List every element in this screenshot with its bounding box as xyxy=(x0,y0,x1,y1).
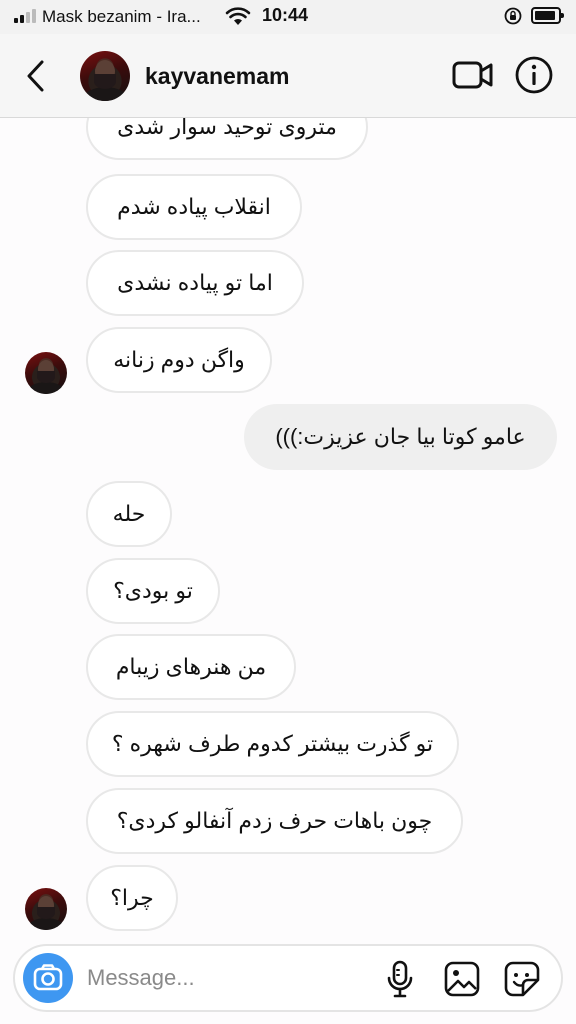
info-icon[interactable] xyxy=(514,55,554,95)
carrier-name: Mask bezanim - Ira... xyxy=(42,7,201,26)
sticker-icon[interactable] xyxy=(503,960,541,998)
back-icon[interactable] xyxy=(22,56,52,96)
message-bubble-incoming[interactable]: تو گذرت بیشتر کدوم طرف شهره ؟ xyxy=(86,711,459,777)
camera-icon xyxy=(33,964,63,991)
message-bubble-incoming[interactable]: چرا؟ xyxy=(86,865,178,931)
message-composer xyxy=(13,944,563,1012)
message-bubble-incoming[interactable]: متروی توحید سوار شدی xyxy=(86,118,368,160)
microphone-icon[interactable] xyxy=(385,959,415,999)
contact-avatar[interactable] xyxy=(80,51,130,101)
gallery-icon[interactable] xyxy=(443,960,481,998)
message-bubble-outgoing[interactable]: عامو کوتا بیا جان عزیزت:))) xyxy=(244,404,557,470)
orientation-lock-icon xyxy=(504,7,522,25)
message-thread[interactable]: متروی توحید سوار شدی انقلاب پیاده شدم ام… xyxy=(0,118,576,940)
contact-username[interactable]: kayvanemam xyxy=(145,63,290,90)
sender-avatar[interactable] xyxy=(25,352,67,394)
status-time: 10:44 xyxy=(262,5,309,25)
sender-avatar[interactable] xyxy=(25,888,67,930)
message-bubble-incoming[interactable]: واگن دوم زنانه xyxy=(86,327,272,393)
message-bubble-incoming[interactable]: انقلاب پیاده شدم xyxy=(86,174,302,240)
chat-header: kayvanemam xyxy=(0,34,576,118)
message-bubble-incoming[interactable]: من هنرهای زیبام xyxy=(86,634,296,700)
signal-icon xyxy=(14,9,40,23)
message-bubble-incoming[interactable]: حله xyxy=(86,481,172,547)
message-bubble-incoming[interactable]: تو بودی؟ xyxy=(86,558,220,624)
video-call-icon[interactable] xyxy=(452,58,494,92)
message-input[interactable] xyxy=(87,960,367,996)
status-bar: Mask bezanim - Ira... 10:44 xyxy=(0,0,576,34)
camera-button[interactable] xyxy=(23,953,73,1003)
message-bubble-incoming[interactable]: اما تو پیاده نشدی xyxy=(86,250,304,316)
wifi-icon xyxy=(225,7,251,25)
battery-icon xyxy=(531,7,564,24)
message-bubble-incoming[interactable]: چون باهات حرف زدم آنفالو کردی؟ xyxy=(86,788,463,854)
